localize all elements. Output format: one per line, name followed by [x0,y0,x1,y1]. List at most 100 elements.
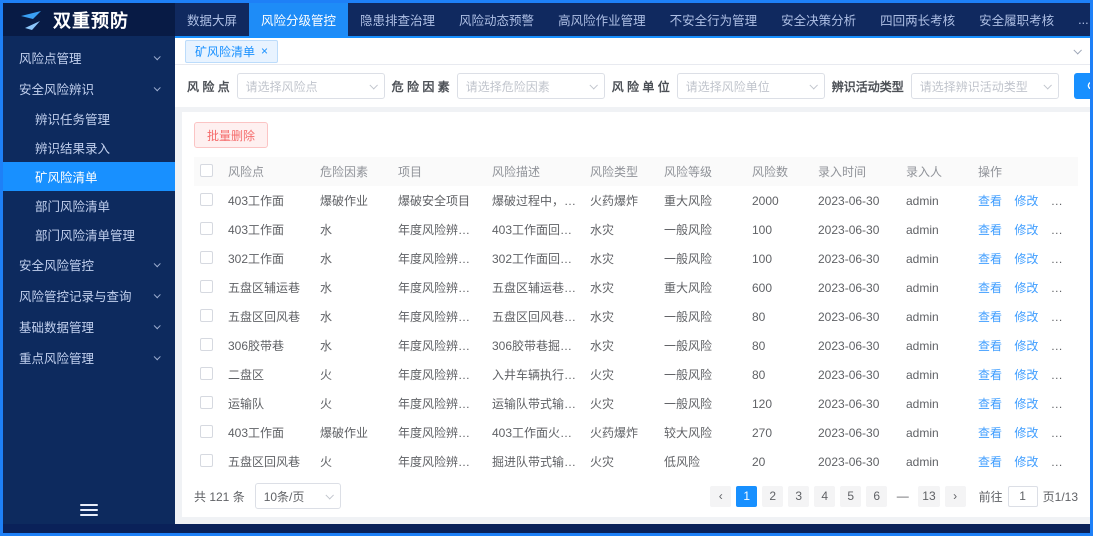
cell-risk-desc: 403工作面回采期... [492,223,584,237]
page-number-button[interactable]: 3 [788,485,810,507]
sidebar-item[interactable]: 风险点管理 [3,42,175,73]
page-number-button[interactable]: 1 [736,485,758,507]
top-nav-item[interactable]: 高风险作业管理 [546,3,658,36]
edit-link[interactable]: 修改 [1014,368,1038,382]
view-link[interactable]: 查看 [978,397,1002,411]
top-nav-item[interactable]: 安全决策分析 [769,3,868,36]
sidebar-item[interactable]: 辨识任务管理 [3,104,175,133]
cell-risk-type: 水灾 [590,252,615,266]
row-checkbox[interactable] [200,221,213,235]
risk-unit-placeholder: 请选择风险单位 [685,79,770,94]
delete-link[interactable]: 删除 [1051,310,1075,324]
next-page-button[interactable]: › [944,485,966,507]
delete-link[interactable]: 删除 [1051,455,1075,469]
edit-link[interactable]: 修改 [1014,397,1038,411]
top-nav-item[interactable]: 数据大屏 [175,3,249,36]
sidebar-collapse-button[interactable] [3,496,175,524]
delete-link[interactable]: 删除 [1051,368,1075,382]
page-number-button[interactable]: 2 [762,485,784,507]
row-checkbox[interactable] [200,279,213,293]
page-number-button[interactable]: 5 [840,485,862,507]
row-checkbox[interactable] [200,192,213,206]
row-checkbox[interactable] [200,308,213,322]
cell-entry-time: 2023-06-30 [818,222,880,237]
cell-entry-time: 2023-06-30 [818,396,880,411]
hazard-factor-placeholder: 请选择危险因素 [465,79,550,94]
page-size-select[interactable]: 10条/页 [254,483,341,509]
filter-label-risk-point: 风 险 点 [187,79,230,94]
view-link[interactable]: 查看 [978,368,1002,382]
delete-link[interactable]: 删除 [1051,252,1075,266]
edit-link[interactable]: 修改 [1014,223,1038,237]
cell-risk-num: 2000 [752,193,779,208]
select-all-checkbox[interactable] [200,163,213,177]
jump-page-input[interactable] [1007,485,1038,507]
view-link[interactable]: 查看 [978,339,1002,353]
view-link[interactable]: 查看 [978,252,1002,266]
search-button[interactable]: 搜 索 [1073,73,1090,99]
sidebar-item[interactable]: 矿风险清单 [3,162,175,191]
page-number-button[interactable]: — [892,486,913,507]
tab-list-dropdown-icon[interactable] [1073,46,1082,55]
table-row: 403工作面 爆破作业 年度风险辨识评估... 403工作面火工品... 火药爆… [194,418,1078,447]
page-number-button[interactable]: 6 [866,485,888,507]
top-nav-item[interactable]: 安全履职考核 [967,3,1066,36]
top-nav-item[interactable]: 隐患排查治理 [348,3,447,36]
view-link[interactable]: 查看 [978,281,1002,295]
risk-unit-select[interactable]: 请选择风险单位 [676,73,825,99]
edit-link[interactable]: 修改 [1014,426,1038,440]
edit-link[interactable]: 修改 [1014,252,1038,266]
table-header-row: 风险点 危险因素 项目 风险描述 风险类型 风险等级 风险数 录入时间 录入人 [194,157,1078,186]
view-link[interactable]: 查看 [978,310,1002,324]
row-checkbox[interactable] [200,424,213,438]
delete-link[interactable]: 删除 [1051,281,1075,295]
sidebar-item[interactable]: 安全风险辨识 [3,73,175,104]
top-nav-item[interactable]: 风险动态预警 [447,3,546,36]
sidebar-item[interactable]: 重点风险管理 [3,342,175,373]
edit-link[interactable]: 修改 [1014,455,1038,469]
sidebar-item[interactable]: 部门风险清单 [3,191,175,220]
delete-link[interactable]: 删除 [1051,339,1075,353]
col-risk-point: 风险点 [222,157,314,186]
sidebar-item[interactable]: 部门风险清单管理 [3,220,175,249]
total-count: 共 121 条 [194,489,245,504]
risk-point-select[interactable]: 请选择风险点 [236,73,385,99]
row-checkbox[interactable] [200,366,213,380]
edit-link[interactable]: 修改 [1014,310,1038,324]
row-checkbox[interactable] [200,395,213,409]
view-link[interactable]: 查看 [978,426,1002,440]
activity-type-select[interactable]: 请选择辨识活动类型 [910,73,1059,99]
top-nav-item[interactable]: ... [1066,3,1090,36]
tab-mine-risk-list[interactable]: 矿风险清单 × [185,39,279,63]
view-link[interactable]: 查看 [978,455,1002,469]
cell-risk-type: 火药爆炸 [590,194,639,208]
edit-link[interactable]: 修改 [1014,194,1038,208]
row-checkbox[interactable] [200,337,213,351]
row-checkbox[interactable] [200,453,213,467]
edit-link[interactable]: 修改 [1014,281,1038,295]
sidebar-item[interactable]: 安全风险管控 [3,249,175,280]
cell-hazard-factor: 火 [320,368,333,382]
hazard-factor-select[interactable]: 请选择危险因素 [456,73,605,99]
prev-page-button[interactable]: ‹ [710,485,732,507]
page-number-button[interactable]: 4 [814,485,836,507]
close-icon[interactable]: × [261,45,268,57]
delete-link[interactable]: 删除 [1051,194,1075,208]
page-number-button[interactable]: 13 [918,485,940,507]
top-nav-item[interactable]: 四回两长考核 [868,3,967,36]
view-link[interactable]: 查看 [978,223,1002,237]
delete-link[interactable]: 删除 [1051,426,1075,440]
top-nav-item[interactable]: 不安全行为管理 [658,3,770,36]
sidebar-item[interactable]: 辨识结果录入 [3,133,175,162]
sidebar-item[interactable]: 风险管控记录与查询 [3,280,175,311]
row-checkbox[interactable] [200,250,213,264]
delete-link[interactable]: 删除 [1051,397,1075,411]
edit-link[interactable]: 修改 [1014,339,1038,353]
top-nav-item[interactable]: 风险分级管控 [249,3,349,36]
table-row: 403工作面 水 年度风险辨识评估... 403工作面回采期... 水灾 一般风… [194,215,1078,244]
delete-link[interactable]: 删除 [1051,223,1075,237]
sidebar-item[interactable]: 基础数据管理 [3,311,175,342]
top-header: 双重预防 数据大屏 风险分级管控 隐患排查治理 风险动态预警 高风险作业管理 不… [3,3,1090,36]
view-link[interactable]: 查看 [978,194,1002,208]
batch-delete-button[interactable]: 批量删除 [194,122,269,148]
